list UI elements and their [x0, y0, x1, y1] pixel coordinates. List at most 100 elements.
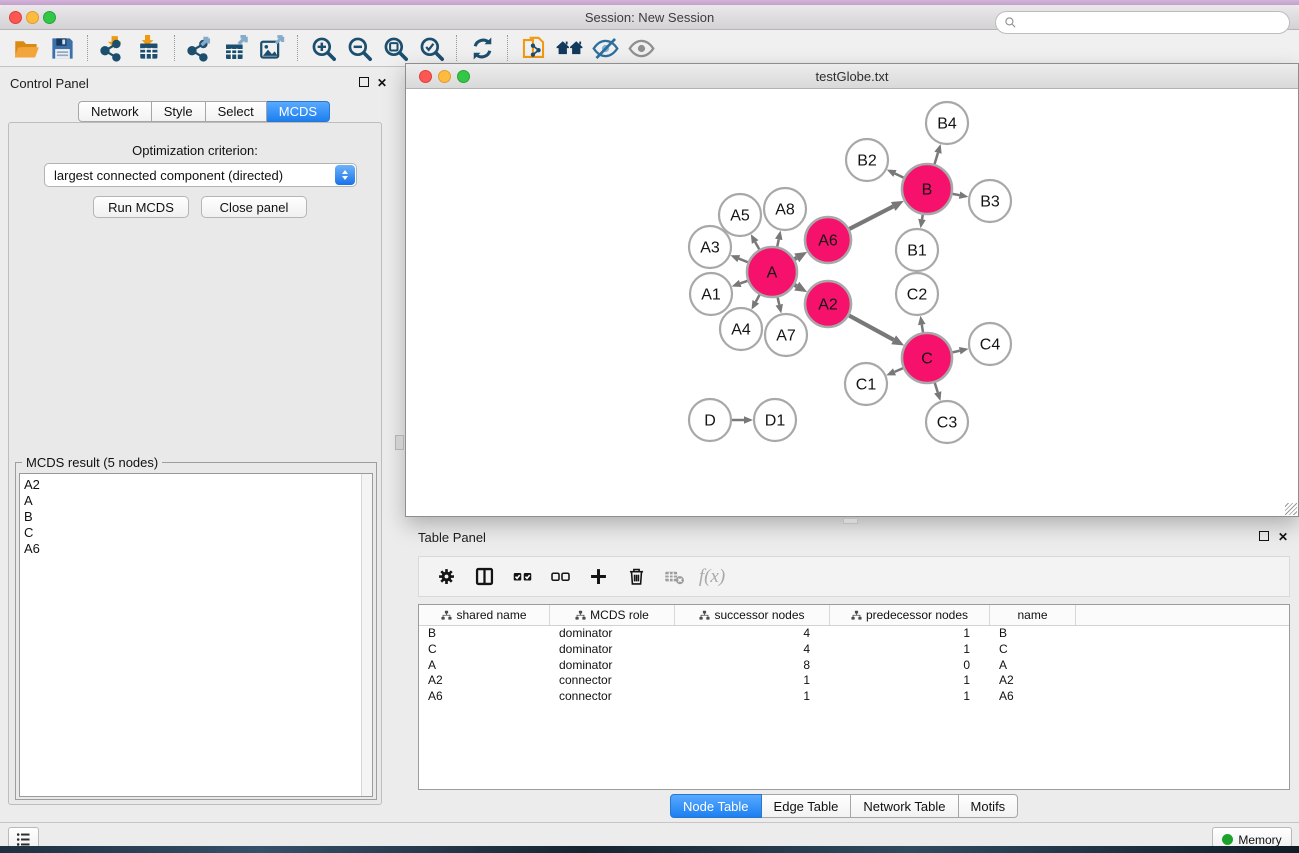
mcds-result-item[interactable]: B — [24, 509, 372, 525]
table-panel-float-icon[interactable] — [1259, 531, 1269, 543]
graph-node-label: B2 — [857, 153, 877, 170]
edge-A6-B[interactable] — [848, 206, 894, 230]
table-toolbar-create-column[interactable] — [579, 562, 617, 592]
mcds-result-item[interactable]: A2 — [24, 477, 372, 493]
close-panel-button[interactable]: Close panel — [201, 196, 307, 218]
table-cell: dominator — [550, 642, 675, 658]
network-canvas[interactable]: AA1A2A3A4A5A6A7A8BB1B2B3B4CC1C2C3C4DD1 — [406, 89, 1298, 516]
mcds-result-item[interactable]: A — [24, 493, 372, 509]
arrowhead-icon — [776, 304, 783, 314]
toolbar-button-hide-selected[interactable] — [587, 32, 623, 64]
toolbar-button-open-session[interactable] — [8, 32, 44, 64]
table-row[interactable]: A2connector11A2 — [419, 673, 1289, 689]
arrowhead-icon — [934, 144, 941, 154]
mcds-result-group: MCDS result (5 nodes) A2ABCA6 — [15, 462, 377, 800]
control-panel-close-icon[interactable]: ✕ — [377, 77, 387, 89]
arrowhead-icon — [918, 316, 926, 325]
column-header-predecessor-nodes[interactable]: predecessor nodes — [830, 605, 990, 625]
mcds-result-item[interactable]: C — [24, 525, 372, 541]
mcds-result-list[interactable]: A2ABCA6 — [19, 473, 373, 797]
arrowhead-icon — [775, 231, 782, 241]
tab-network[interactable]: Network — [78, 101, 152, 122]
vertical-splitter-handle[interactable] — [395, 435, 404, 450]
import-table-icon — [136, 35, 163, 62]
horizontal-splitter-handle[interactable] — [843, 518, 858, 524]
table-cell: A6 — [419, 689, 550, 705]
toolbar-button-zoom-out[interactable] — [341, 32, 377, 64]
column-header-MCDS-role[interactable]: MCDS role — [550, 605, 675, 625]
toolbar-separator — [456, 35, 457, 61]
table-cell: A — [419, 658, 550, 674]
search-input[interactable] — [1017, 12, 1289, 33]
arrowhead-icon — [959, 191, 969, 198]
table-tab-node-table[interactable]: Node Table — [670, 794, 762, 818]
mcds-result-item[interactable]: A6 — [24, 541, 372, 557]
toolbar-button-export-network[interactable] — [182, 32, 218, 64]
graph-node-label: D — [704, 413, 716, 430]
toolbar-button-import-table[interactable] — [131, 32, 167, 64]
export-network-icon — [187, 35, 214, 62]
graph-node-label: A5 — [730, 208, 750, 225]
control-panel-float-icon[interactable] — [359, 77, 369, 89]
network-window-titlebar[interactable]: testGlobe.txt — [406, 64, 1298, 89]
table-row[interactable]: Cdominator41C — [419, 642, 1289, 658]
toolbar-button-apply-layout[interactable] — [464, 32, 500, 64]
toolbar-button-export-table[interactable] — [218, 32, 254, 64]
table-toolbar-table-options[interactable] — [427, 562, 465, 592]
toolbar-button-zoom-selected[interactable] — [413, 32, 449, 64]
toolbar-button-import-network[interactable] — [95, 32, 131, 64]
table-tab-network-table[interactable]: Network Table — [851, 794, 958, 818]
table-cell: 4 — [675, 626, 830, 642]
toolbar-button-show-all-networks[interactable] — [551, 32, 587, 64]
toolbar-button-open-network-file[interactable] — [515, 32, 551, 64]
graph-node-label: B4 — [937, 116, 957, 133]
control-panel-tabs: NetworkStyleSelectMCDS — [78, 101, 330, 122]
table-tab-edge-table[interactable]: Edge Table — [762, 794, 852, 818]
toolbar-button-zoom-fit[interactable] — [377, 32, 413, 64]
graph-node-label: C — [921, 351, 933, 368]
table-toolbar: f(x) — [418, 556, 1290, 597]
toolbar-button-show-selected[interactable] — [623, 32, 659, 64]
table-row[interactable]: Bdominator41B — [419, 626, 1289, 642]
toolbar-button-zoom-in[interactable] — [305, 32, 341, 64]
table-toolbar-deselect-all[interactable] — [541, 562, 579, 592]
toolbar-button-save-session[interactable] — [44, 32, 80, 64]
column-header-successor-nodes[interactable]: successor nodes — [675, 605, 830, 625]
criterion-dropdown[interactable]: largest connected component (directed) — [44, 163, 357, 187]
window-resize-grip[interactable] — [1285, 503, 1297, 515]
open-folder-icon — [13, 35, 40, 62]
columns-icon — [474, 566, 495, 587]
result-scrollbar[interactable] — [361, 474, 372, 796]
table-cell: 1 — [830, 626, 990, 642]
zoom-in-icon — [310, 35, 337, 62]
run-mcds-button[interactable]: Run MCDS — [93, 196, 189, 218]
table-cell: 1 — [830, 689, 990, 705]
table-row[interactable]: A6connector11A6 — [419, 689, 1289, 705]
arrowhead-icon — [959, 347, 969, 354]
table-toolbar-select-all[interactable] — [503, 562, 541, 592]
table-cell: 8 — [675, 658, 830, 674]
edge-A2-C[interactable] — [847, 315, 893, 340]
table-cell: connector — [550, 673, 675, 689]
column-header-shared-name[interactable]: shared name — [419, 605, 550, 625]
table-toolbar-show-columns[interactable] — [465, 562, 503, 592]
tab-style[interactable]: Style — [152, 101, 206, 122]
graph-node-label: B — [922, 182, 933, 199]
tree-icon — [699, 610, 710, 621]
main-toolbar — [0, 30, 1299, 67]
zoom-out-icon — [346, 35, 373, 62]
toolbar-button-export-image[interactable] — [254, 32, 290, 64]
table-panel-close-icon[interactable]: ✕ — [1278, 531, 1288, 543]
arrowhead-icon — [934, 391, 941, 401]
tree-icon — [575, 610, 586, 621]
table-row[interactable]: Adominator80A — [419, 658, 1289, 674]
graph-node-label: C2 — [907, 287, 928, 304]
search-box[interactable] — [995, 11, 1290, 34]
tab-select[interactable]: Select — [206, 101, 267, 122]
column-header-name[interactable]: name — [990, 605, 1076, 625]
table-tab-motifs[interactable]: Motifs — [959, 794, 1019, 818]
table-toolbar-delete-columns[interactable] — [617, 562, 655, 592]
node-table[interactable]: shared nameMCDS rolesuccessor nodesprede… — [418, 604, 1290, 790]
table-cell: 0 — [830, 658, 990, 674]
tab-mcds[interactable]: MCDS — [267, 101, 330, 122]
